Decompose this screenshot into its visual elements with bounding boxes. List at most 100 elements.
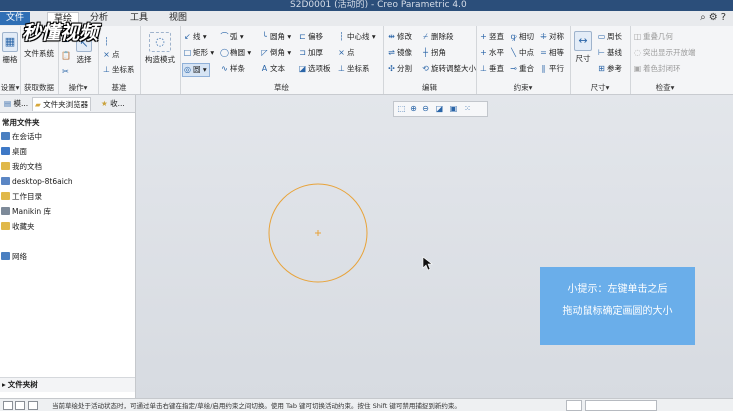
open-ends-icon: ◌ [634, 48, 641, 57]
tab-model-tree[interactable]: ▤ 模... [2, 97, 30, 110]
coord-system-icon: ⊥ [338, 64, 345, 73]
group-dimension: ↔ 尺寸 ▭ 周长 ⊢ 基线 ⊞ 参考 尺寸▾ [570, 26, 631, 94]
closed-loop-icon: ▣ [633, 64, 642, 73]
ellipse-button[interactable]: ◯椭圆 ▾ [220, 47, 251, 59]
gear-icon[interactable]: ⚙ [709, 12, 721, 23]
modify-button[interactable]: ⇹ 修改 [387, 31, 412, 43]
grid-button[interactable]: ▦ 栅格 [0, 32, 20, 65]
tab-favorites[interactable]: ★ 收... [99, 97, 127, 110]
coord-system-icon: ⊥ [103, 65, 110, 74]
divide-button[interactable]: ✣ 分割 [387, 63, 412, 75]
spline-button[interactable]: ∿ 样条 [220, 63, 245, 75]
arc-button[interactable]: ⌒ 弧 ▾ [220, 31, 244, 43]
perpendicular-constraint-button[interactable]: ⊥ 垂直 [479, 63, 504, 75]
folder-in-session[interactable]: 在会话中 [0, 130, 133, 144]
tab-view[interactable]: 视图 [163, 12, 193, 25]
corner-button[interactable]: ┼ 拐角 [421, 47, 446, 59]
tangent-icon: ꝙ [510, 32, 517, 41]
group-inspect-label[interactable]: 检查▾ [630, 82, 700, 93]
symmetric-constraint-button[interactable]: ⁜ 对称 [539, 31, 564, 43]
vertical-constraint-button[interactable]: + 竖直 [479, 31, 504, 43]
text-button[interactable]: A 文本 [260, 63, 285, 75]
window-tools: ⌕⚙? [700, 12, 729, 23]
parallel-constraint-button[interactable]: ∥ 平行 [539, 63, 565, 75]
tab-tools[interactable]: 工具 [124, 12, 154, 25]
folder-my-documents[interactable]: 我的文档 [0, 160, 133, 174]
model-tree-icon: ▤ [4, 99, 12, 108]
folder-desktop[interactable]: 桌面 [0, 145, 133, 159]
reference-button[interactable]: ⊞ 参考 [597, 63, 622, 75]
tab-folder-browser[interactable]: ▰ 文件夹浏览器 [32, 97, 92, 111]
folder-icon [1, 162, 10, 170]
watermark-logo: 秒懂视频 [22, 22, 99, 44]
rectangle-button[interactable]: □ 矩形 ▾ [183, 47, 214, 59]
delete-segment-button[interactable]: ⌿ 删除段 [421, 31, 453, 43]
line-icon: ↙ [184, 32, 191, 41]
centerline-icon[interactable]: ┆ [102, 36, 112, 48]
ribbon: ▦ 栅格 设置▾ 文件系统 获取数据 ↖ 选择 ⧉ 📋 ✂ 操作▾ ┆ × 点 ⊥… [0, 26, 733, 95]
folder-network[interactable]: 网络 [0, 250, 133, 264]
paste-icon[interactable]: 📋 [61, 50, 71, 62]
group-operations-label[interactable]: 操作▾ [58, 82, 98, 93]
reference-icon: ⊞ [598, 64, 605, 73]
status-message-icon[interactable] [28, 401, 38, 410]
highlight-open-ends-button[interactable]: ◌ 突出显示开放端 [633, 47, 696, 59]
midpoint-icon: ╲ [511, 48, 516, 57]
datum-coord-button[interactable]: ⊥ 坐标系 [102, 64, 134, 76]
sketch-point-button[interactable]: × 点 [337, 47, 354, 59]
search-icon[interactable]: ⌕ [700, 12, 709, 23]
centerline-button[interactable]: ┆ 中心线 ▾ [337, 31, 376, 43]
corner-icon: ┼ [423, 48, 428, 57]
status-window-icon[interactable] [15, 401, 25, 410]
folder-tree-toggle[interactable]: ▸ 文件夹树 [0, 377, 135, 392]
manikin-icon [1, 207, 10, 215]
folder-favorites[interactable]: 收藏夹 [0, 220, 133, 234]
offset-icon: ⊏ [299, 32, 306, 41]
cut-icon[interactable]: ✂ [61, 66, 71, 78]
rotate-resize-button[interactable]: ⟲ 旋转调整大小 [421, 63, 476, 75]
folder-manikin-library[interactable]: Manikin 库 [0, 205, 133, 219]
graphics-canvas[interactable]: ⬚ ⊕ ⊖ ◪ ▣ ⁙ 小提示：左键单击之后 拖动鼠标确定画圆的大小 [136, 95, 733, 398]
navigator-panel: ▤ 模... ▰ 文件夹浏览器 ★ 收... 常用文件夹 在会话中 桌面 我的文… [0, 95, 136, 398]
palette-button[interactable]: ◪ 选项板 [298, 63, 331, 75]
group-setup-label[interactable]: 设置▾ [0, 82, 20, 93]
offset-button[interactable]: ⊏ 偏移 [298, 31, 323, 43]
overlap-geometry-button[interactable]: ◫ 重叠几何 [633, 31, 673, 43]
group-constrain-label[interactable]: 约束▾ [476, 82, 570, 93]
chamfer-button[interactable]: ◸ 倒角 ▾ [260, 47, 291, 59]
perimeter-button[interactable]: ▭ 周长 [597, 31, 622, 43]
coincident-constraint-button[interactable]: ⊸ 重合 [509, 63, 534, 75]
group-sketch: ↙ 线 ▾ ⌒ 弧 ▾ ╰ 圆角 ▾ ⊏ 偏移 ┆ 中心线 ▾ □ 矩形 ▾ ◯椭圆 ▾ ◸… [180, 26, 384, 94]
baseline-button[interactable]: ⊢ 基线 [597, 47, 622, 59]
line-button[interactable]: ↙ 线 ▾ [183, 31, 207, 43]
status-toggle-icon[interactable] [3, 401, 13, 410]
sketch-coord-button[interactable]: ⊥ 坐标系 [337, 63, 369, 75]
status-filter-icon[interactable] [566, 400, 582, 411]
construction-mode-button[interactable]: ◌ 构造模式 [140, 32, 180, 65]
circle-button[interactable]: ◎ 圆 ▾ [182, 63, 210, 77]
desktop-icon [1, 147, 10, 155]
folder-computer[interactable]: desktop-8t6aich [0, 175, 133, 189]
tangent-constraint-button[interactable]: ꝙ 相切 [509, 31, 534, 43]
dimension-button[interactable]: ↔ 尺寸 [571, 31, 595, 64]
group-dimension-label[interactable]: 尺寸▾ [570, 82, 630, 93]
horizontal-constraint-button[interactable]: + 水平 [479, 47, 504, 59]
group-inspect: ◫ 重叠几何 ◌ 突出显示开放端 ▣ 着色封闭环 检查▾ [630, 26, 700, 94]
group-constrain: + 竖直 ꝙ 相切 ⁜ 对称 + 水平 ╲ 中点 = 相等 ⊥ 垂直 ⊸ 重合 ∥ 平行 约束▾ [476, 26, 571, 94]
horizontal-icon: + [480, 48, 487, 57]
thicken-button[interactable]: ⊐ 加厚 [298, 47, 323, 59]
circle-icon: ◎ [184, 65, 191, 74]
datum-point-button[interactable]: × 点 [102, 49, 119, 61]
help-icon[interactable]: ? [721, 12, 729, 23]
equal-constraint-button[interactable]: = 相等 [539, 47, 564, 59]
title-bar: S2D0001 (活动的) - Creo Parametric 4.0 [0, 0, 733, 11]
fillet-button[interactable]: ╰ 圆角 ▾ [260, 31, 291, 43]
shade-closed-loops-button[interactable]: ▣ 着色封闭环 [633, 63, 681, 75]
delete-segment-icon: ⌿ [423, 32, 428, 41]
midpoint-constraint-button[interactable]: ╲ 中点 [509, 47, 534, 59]
file-system-button[interactable]: 文件系统 [20, 48, 58, 59]
mirror-button[interactable]: ⇌ 镜像 [387, 47, 412, 59]
folder-working-directory[interactable]: 工作目录 [0, 190, 133, 204]
divide-icon: ✣ [388, 64, 395, 73]
selection-filter-dropdown[interactable] [585, 400, 657, 411]
